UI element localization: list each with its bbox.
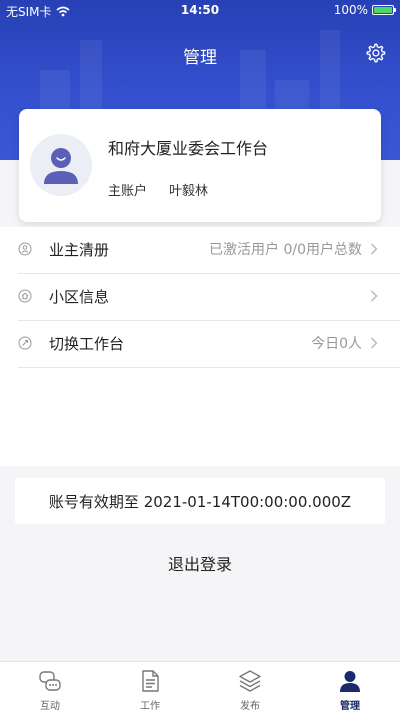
tab-interaction[interactable]: 互动 (10, 662, 90, 710)
account-validity: 账号有效期至 2021-01-14T00:00:00.000Z (15, 478, 385, 524)
layers-icon (239, 670, 261, 692)
tab-publish[interactable]: 发布 (210, 662, 290, 710)
tab-label: 管理 (340, 701, 360, 710)
avatar (30, 134, 92, 196)
menu-item-owner-roster[interactable]: 业主清册 已激活用户 0/0用户总数 (18, 227, 400, 274)
battery-percent: 100% (333, 3, 368, 17)
tab-manage[interactable]: 管理 (310, 662, 390, 710)
menu-item-switch-workspace[interactable]: 切换工作台 今日0人 (18, 321, 400, 368)
tab-bar: 互动 工作 发布 管理 (0, 661, 400, 710)
document-icon (142, 670, 159, 692)
profile-card: 和府大厦业委会工作台 主账户 叶毅林 (19, 109, 381, 222)
home-circle-icon (18, 289, 32, 303)
interaction-icon (39, 671, 61, 691)
account-type: 主账户 (108, 184, 148, 199)
page-title: 管理 (183, 48, 217, 68)
tab-label: 互动 (40, 701, 60, 710)
chevron-right-icon (370, 290, 378, 302)
tab-work[interactable]: 工作 (110, 662, 190, 710)
menu-item-value: 今日0人 (311, 336, 362, 352)
menu-item-community-info[interactable]: 小区信息 (18, 274, 400, 321)
tab-label: 发布 (240, 701, 260, 710)
chevron-right-icon (370, 243, 378, 255)
management-menu: 业主清册 已激活用户 0/0用户总数 小区信息 切换工作台 今日0人 (0, 227, 400, 466)
person-icon (340, 671, 360, 692)
user-avatar-icon (44, 148, 78, 184)
status-bar: 无SIM卡 14:50 100% (0, 0, 400, 20)
logout-button[interactable]: 退出登录 (0, 551, 400, 575)
tab-label: 工作 (140, 701, 160, 710)
menu-item-label: 切换工作台 (49, 335, 125, 353)
menu-item-label: 业主清册 (49, 241, 110, 259)
workspace-name: 和府大厦业委会工作台 (108, 139, 269, 158)
gear-icon[interactable] (364, 42, 386, 64)
account-user-name: 叶毅林 (169, 184, 209, 199)
menu-item-value: 已激活用户 0/0用户总数 (209, 242, 362, 258)
switch-circle-icon (18, 336, 32, 350)
battery-icon (372, 5, 396, 15)
menu-spacer (0, 368, 400, 466)
chevron-right-icon (370, 337, 378, 349)
menu-item-label: 小区信息 (49, 288, 110, 306)
user-circle-icon (18, 242, 32, 256)
battery-info: 100% (333, 3, 396, 17)
